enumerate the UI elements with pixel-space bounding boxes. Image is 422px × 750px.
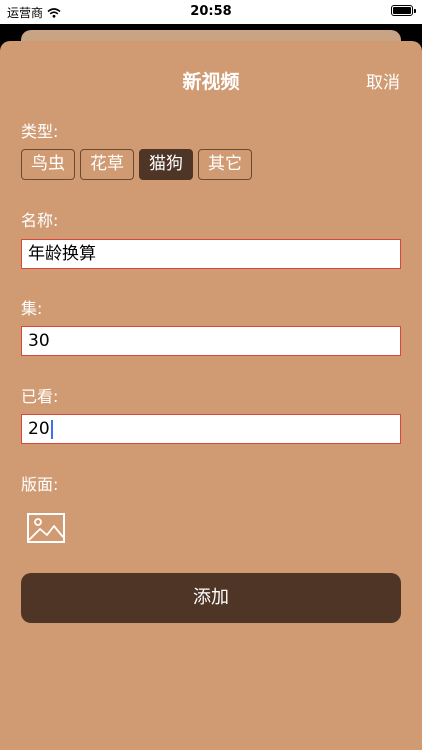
watched-field[interactable]: 20 bbox=[21, 414, 401, 444]
watched-label: 已看: bbox=[21, 387, 59, 406]
type-chip-cat-dog[interactable]: 猫狗 bbox=[139, 149, 193, 180]
name-label: 名称: bbox=[21, 211, 59, 230]
page-title: 新视频 bbox=[182, 71, 240, 93]
type-label: 类型: bbox=[21, 122, 59, 141]
status-bar: 运营商 20:58 bbox=[0, 0, 422, 24]
episodes-field[interactable]: 30 bbox=[21, 326, 401, 356]
battery-icon bbox=[391, 5, 416, 16]
status-time: 20:58 bbox=[190, 4, 232, 19]
episodes-label: 集: bbox=[21, 299, 43, 318]
type-chip-flower-plant[interactable]: 花草 bbox=[80, 149, 134, 180]
add-button[interactable]: 添加 bbox=[21, 573, 401, 623]
text-cursor bbox=[50, 419, 53, 439]
watched-value: 20 bbox=[28, 419, 50, 439]
new-video-sheet: 新视频 取消 类型: 鸟虫 花草 猫狗 其它 名称: 年龄换算 集: 30 已看… bbox=[0, 41, 422, 750]
type-chip-bird-insect[interactable]: 鸟虫 bbox=[21, 149, 75, 180]
cancel-button[interactable]: 取消 bbox=[366, 68, 400, 93]
image-icon[interactable] bbox=[27, 513, 65, 543]
name-value: 年龄换算 bbox=[28, 244, 96, 264]
cover-label: 版面: bbox=[21, 475, 59, 494]
type-selector: 鸟虫 花草 猫狗 其它 bbox=[21, 149, 252, 180]
type-chip-other[interactable]: 其它 bbox=[198, 149, 252, 180]
name-field[interactable]: 年龄换算 bbox=[21, 239, 401, 269]
episodes-value: 30 bbox=[28, 331, 50, 351]
